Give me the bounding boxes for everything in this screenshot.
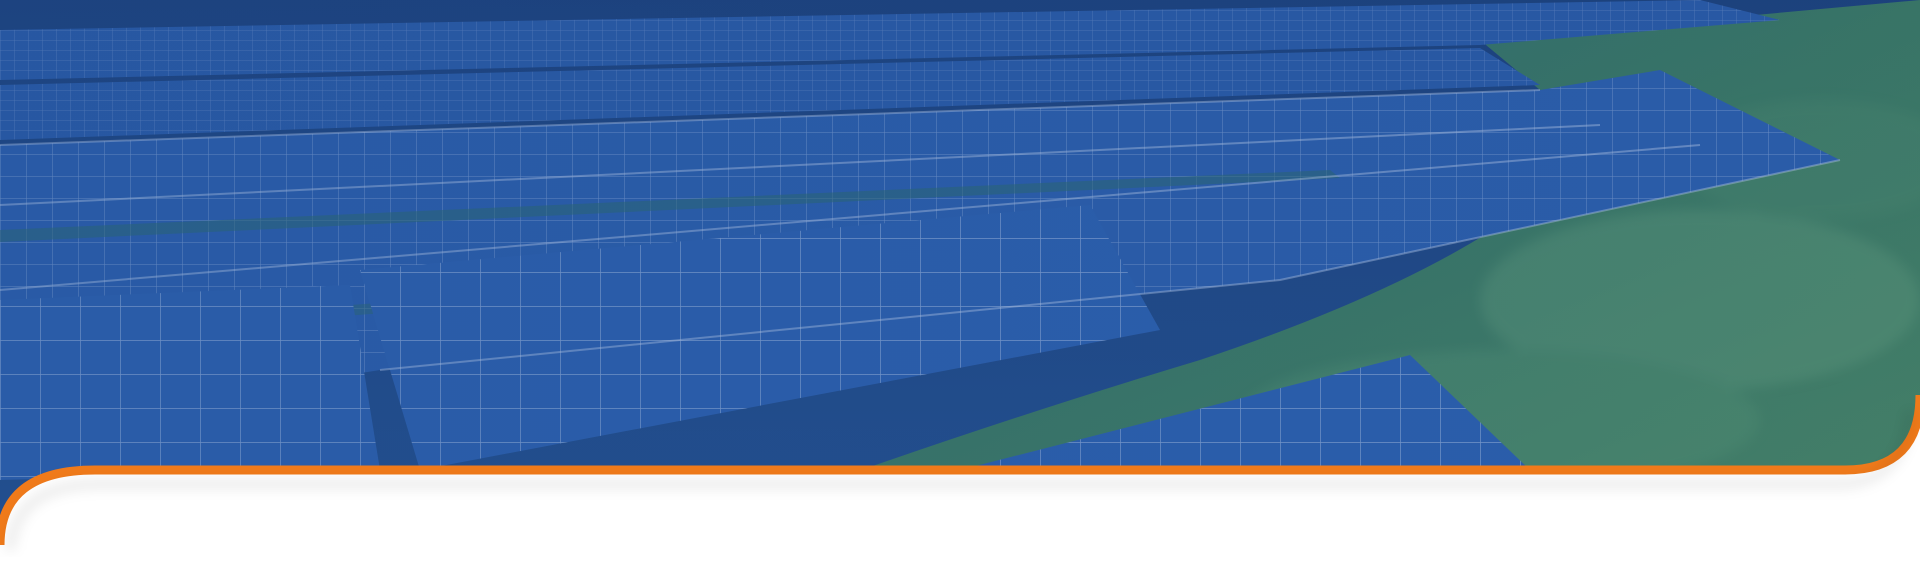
photo-area: [0, 0, 1920, 545]
solar-field-image: [0, 0, 1920, 551]
hero-banner: [0, 0, 1920, 580]
